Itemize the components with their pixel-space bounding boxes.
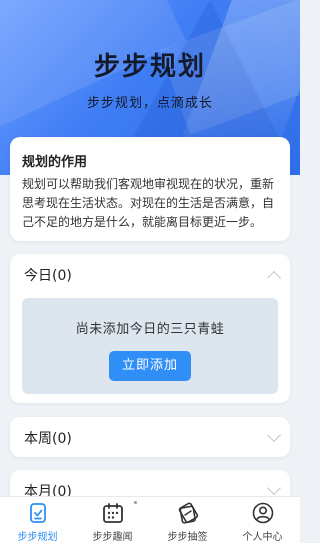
tab-label: 步步趣闻 bbox=[92, 532, 133, 543]
tab-profile[interactable]: 个人中心 bbox=[225, 497, 300, 543]
notification-dot bbox=[134, 501, 137, 504]
empty-state: 尚未添加今日的三只青蛙 立即添加 bbox=[22, 298, 278, 394]
lottery-icon bbox=[177, 502, 199, 524]
week-section-header[interactable]: 本周(0) bbox=[24, 428, 72, 448]
chevron-down-icon[interactable] bbox=[266, 480, 282, 496]
tab-fun-news[interactable]: 步步趣闻 bbox=[75, 497, 150, 543]
chevron-up-icon[interactable] bbox=[266, 270, 282, 286]
intro-heading: 规划的作用 bbox=[22, 155, 88, 170]
tab-label: 个人中心 bbox=[242, 532, 283, 543]
intro-card: 规划的作用 规划可以帮助我们客观地审视现在的状况，重新思考现在生活状态。对现在的… bbox=[10, 137, 290, 241]
intro-body: 规划可以帮助我们客观地审视现在的状况，重新思考现在生活状态。对现在的生活是否满意… bbox=[22, 177, 275, 229]
tab-lottery[interactable]: 步步抽签 bbox=[150, 497, 225, 543]
add-now-button[interactable]: 立即添加 bbox=[109, 351, 191, 381]
tab-label: 步步规划 bbox=[17, 532, 58, 543]
week-section[interactable]: 本周(0) bbox=[10, 417, 290, 457]
page-title: 步步规划 bbox=[93, 52, 206, 82]
bottom-tab-bar: 步步规划 步步趣闻 步步抽签 个人中心 bbox=[0, 496, 300, 543]
plan-icon bbox=[27, 502, 49, 524]
empty-state-message: 尚未添加今日的三只青蛙 bbox=[75, 322, 225, 337]
tab-plan[interactable]: 步步规划 bbox=[0, 497, 75, 543]
today-section: 今日(0) 尚未添加今日的三只青蛙 立即添加 bbox=[10, 254, 290, 403]
page-subtitle: 步步规划，点滴成长 bbox=[86, 96, 213, 111]
calendar-icon bbox=[102, 502, 124, 524]
user-icon bbox=[252, 502, 274, 524]
tab-label: 步步抽签 bbox=[167, 532, 208, 543]
today-section-header[interactable]: 今日(0) bbox=[24, 265, 72, 285]
chevron-down-icon[interactable] bbox=[266, 427, 282, 443]
